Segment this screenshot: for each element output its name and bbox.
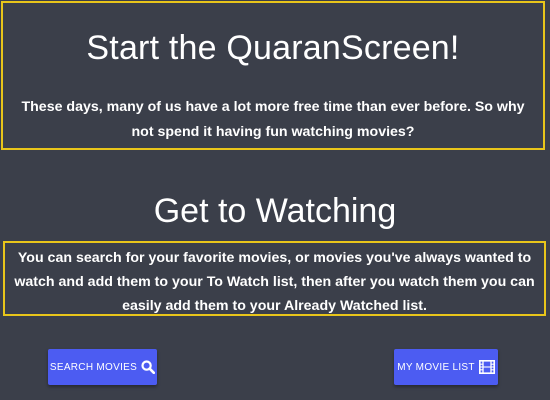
search-icon [141,360,156,374]
search-movies-label: Search Movies [49,361,138,373]
info-text: You can search for your favorite movies,… [14,250,535,314]
info-box: You can search for your favorite movies,… [3,241,546,316]
my-movie-list-button[interactable]: My Movie List [394,349,498,385]
hero-title: Start the QuaranScreen! [86,29,460,67]
my-movie-list-label: My Movie List [397,361,475,373]
hero-box: Start the QuaranScreen! These days, many… [1,1,545,150]
section-title: Get to Watching [153,192,397,230]
search-movies-button[interactable]: Search Movies [48,349,157,385]
hero-text: These days, many of us have a lot more f… [21,99,525,140]
film-icon [478,360,495,374]
